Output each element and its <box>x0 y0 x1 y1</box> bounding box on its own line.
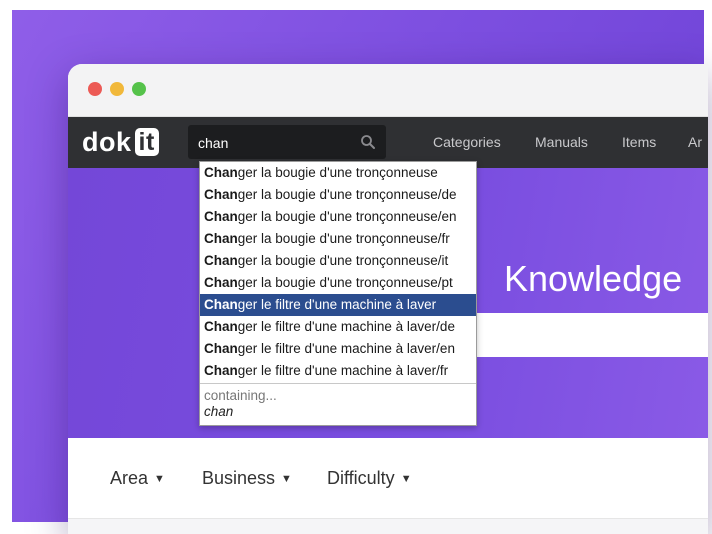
suggestion-item[interactable]: Changer le filtre d'une machine à laver/… <box>200 316 476 338</box>
nav-link-manuals[interactable]: Manuals <box>535 134 588 150</box>
suggestion-match: Chan <box>204 231 238 246</box>
suggestion-item[interactable]: Changer la bougie d'une tronçonneuse/de <box>200 184 476 206</box>
logo-text: dok <box>82 126 132 157</box>
suggestion-match: Chan <box>204 209 238 224</box>
nav-link-categories[interactable]: Categories <box>433 134 501 150</box>
filter-area[interactable]: Area ▼ <box>110 468 165 489</box>
suggestion-rest: ger le filtre d'une machine à laver/de <box>237 319 455 334</box>
filter-difficulty[interactable]: Difficulty ▼ <box>327 468 412 489</box>
suggestion-item[interactable]: Changer le filtre d'une machine à laver/… <box>200 338 476 360</box>
suggestion-match: Chan <box>204 363 238 378</box>
suggestion-item[interactable]: Changer la bougie d'une tronçonneuse/fr <box>200 228 476 250</box>
suggestion-item[interactable]: Changer le filtre d'une machine à laver <box>200 294 476 316</box>
close-window-button[interactable] <box>88 82 102 96</box>
hero-title: Knowledge <box>504 258 683 299</box>
containing-label[interactable]: containing... <box>200 384 476 404</box>
suggestion-match: Chan <box>204 341 238 356</box>
logo-box-text: it <box>134 128 159 156</box>
minimize-window-button[interactable] <box>110 82 124 96</box>
suggestion-rest: ger le filtre d'une machine à laver/fr <box>237 363 449 378</box>
suggestion-rest: ger la bougie d'une tronçonneuse/pt <box>237 275 453 290</box>
suggestion-match: Chan <box>204 253 238 268</box>
suggestion-match: Chan <box>204 297 238 312</box>
suggestion-item[interactable]: Changer la bougie d'une tronçonneuse <box>200 162 476 184</box>
filter-label: Area <box>110 468 149 488</box>
window-titlebar <box>68 64 708 117</box>
search-input[interactable] <box>196 132 360 154</box>
caret-down-icon: ▼ <box>400 473 412 485</box>
hero-search-bar[interactable] <box>464 313 708 357</box>
suggestion-rest: ger la bougie d'une tronçonneuse/en <box>237 209 457 224</box>
containing-query[interactable]: chan <box>200 404 476 420</box>
filter-label: Business <box>202 468 276 488</box>
nav-link-more[interactable]: Ar <box>688 134 702 150</box>
suggestion-rest: ger la bougie d'une tronçonneuse/fr <box>237 231 450 246</box>
caret-down-icon: ▼ <box>281 473 292 485</box>
suggestion-item[interactable]: Changer la bougie d'une tronçonneuse/en <box>200 206 476 228</box>
suggestion-rest: ger le filtre d'une machine à laver/en <box>237 341 455 356</box>
filter-label: Difficulty <box>327 468 395 488</box>
suggestion-rest: ger la bougie d'une tronçonneuse/it <box>237 253 449 268</box>
search-box <box>188 125 386 159</box>
suggestion-list: Changer la bougie d'une tronçonneuse Chan… <box>200 162 476 382</box>
suggestion-rest: ger le filtre d'une machine à laver <box>237 297 437 312</box>
suggestion-match: Chan <box>204 165 238 180</box>
dokit-logo[interactable]: dok it <box>82 127 159 157</box>
nav-link-items[interactable]: Items <box>622 134 656 150</box>
suggestion-item[interactable]: Changer le filtre d'une machine à laver/… <box>200 360 476 382</box>
suggestion-item[interactable]: Changer la bougie d'une tronçonneuse/it <box>200 250 476 272</box>
suggestion-match: Chan <box>204 319 238 334</box>
filter-business[interactable]: Business ▼ <box>202 468 292 489</box>
suggestion-rest: ger la bougie d'une tronçonneuse <box>237 165 438 180</box>
search-icon[interactable] <box>360 134 376 150</box>
suggestion-rest: ger la bougie d'une tronçonneuse/de <box>237 187 457 202</box>
filter-bar: Area ▼ Business ▼ Difficulty ▼ <box>68 438 708 519</box>
suggestion-match: Chan <box>204 275 238 290</box>
suggestion-match: Chan <box>204 187 238 202</box>
suggestion-item[interactable]: Changer la bougie d'une tronçonneuse/pt <box>200 272 476 294</box>
maximize-window-button[interactable] <box>132 82 146 96</box>
autocomplete-dropdown: Changer la bougie d'une tronçonneuse Chan… <box>199 161 477 426</box>
caret-down-icon: ▼ <box>154 473 165 485</box>
